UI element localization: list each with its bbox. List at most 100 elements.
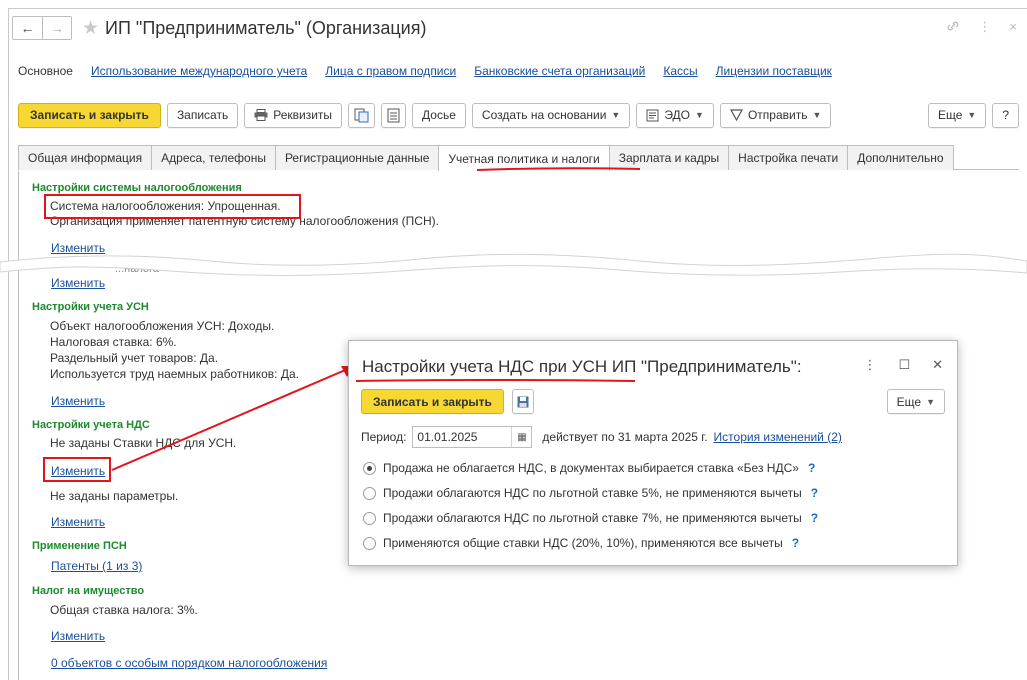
dialog-more-button[interactable]: Еще ▼ bbox=[886, 389, 945, 414]
save-icon bbox=[517, 396, 529, 407]
chevron-down-icon: ▼ bbox=[611, 110, 621, 120]
title-bar: ← → ★ ИП "Предприниматель" (Организация)… bbox=[12, 14, 1027, 42]
property-rate: Общая ставка налога: 3%. bbox=[50, 603, 198, 617]
window-tools: ⋮ × bbox=[946, 19, 1017, 35]
vat-option-label: Применяются общие ставки НДС (20%, 10%),… bbox=[383, 536, 783, 550]
more-menu-icon[interactable]: ⋮ bbox=[978, 19, 991, 35]
vat-option-label: Продажа не облагается НДС, в документах … bbox=[383, 461, 799, 475]
vat-option-0[interactable]: Продажа не облагается НДС, в документах … bbox=[363, 461, 815, 475]
section-link-licenses[interactable]: Лицензии поставщик bbox=[716, 64, 832, 78]
dialog-tools: ⋮ ☐ ✕ bbox=[863, 357, 943, 373]
nav-buttons: ← → bbox=[12, 16, 72, 40]
help-icon[interactable]: ? bbox=[808, 461, 815, 475]
section-main[interactable]: Основное bbox=[18, 64, 73, 78]
create-based-label: Создать на основании bbox=[481, 108, 607, 122]
list-doc-button[interactable] bbox=[381, 102, 407, 128]
tab-print-settings[interactable]: Настройка печати bbox=[728, 145, 849, 170]
usn-object: Объект налогообложения УСН: Доходы. bbox=[50, 319, 275, 333]
period-row: Период: 01.01.2025 ▦ действует по 31 мар… bbox=[361, 426, 842, 448]
vat-params: Не заданы параметры. bbox=[50, 489, 179, 503]
dialog-save-close-button[interactable]: Записать и закрыть bbox=[361, 389, 504, 414]
vat-option-label: Продажи облагаются НДС по льготной ставк… bbox=[383, 486, 802, 500]
send-icon bbox=[729, 109, 743, 121]
chevron-down-icon: ▼ bbox=[695, 110, 704, 120]
history-link[interactable]: История изменений (2) bbox=[714, 430, 842, 444]
property-header: Налог на имущество bbox=[32, 585, 145, 597]
link-icon[interactable] bbox=[946, 19, 960, 33]
edo-label: ЭДО bbox=[664, 108, 691, 122]
dialog-more-label: Еще bbox=[896, 394, 922, 409]
back-arrow-icon[interactable]: ← bbox=[13, 17, 42, 39]
requisites-button[interactable]: Реквизиты bbox=[244, 102, 343, 128]
dialog-title-underline bbox=[355, 379, 636, 382]
psn-header: Применение ПСН bbox=[32, 540, 127, 552]
main-toolbar: Записать и закрыть Записать Реквизиты До… bbox=[18, 102, 1019, 128]
annotation-arrow bbox=[111, 366, 355, 471]
chevron-down-icon: ▼ bbox=[812, 110, 822, 120]
more-button[interactable]: Еще ▼ bbox=[927, 102, 987, 128]
help-button[interactable]: ? bbox=[992, 102, 1019, 128]
tab-registration[interactable]: Регистрационные данные bbox=[274, 145, 440, 170]
more-menu-icon[interactable]: ⋮ bbox=[863, 357, 876, 373]
radio-icon[interactable] bbox=[363, 536, 376, 550]
section-link-cash[interactable]: Кассы bbox=[663, 64, 697, 78]
calendar-icon[interactable]: ▦ bbox=[511, 427, 531, 447]
change-vat-params-link[interactable]: Изменить bbox=[51, 515, 105, 529]
vat-option-2[interactable]: Продажи облагаются НДС по льготной ставк… bbox=[363, 511, 818, 525]
help-icon[interactable]: ? bbox=[811, 486, 818, 500]
edo-button[interactable]: ЭДО ▼ bbox=[636, 102, 714, 128]
usn-rate: Налоговая ставка: 6%. bbox=[50, 335, 177, 349]
change-property-link[interactable]: Изменить bbox=[51, 629, 105, 643]
dossier-button[interactable]: Досье bbox=[412, 102, 466, 128]
copy-doc-icon bbox=[354, 108, 369, 122]
period-date-input[interactable]: 01.01.2025 ▦ bbox=[412, 426, 533, 448]
dialog-title: Настройки учета НДС при УСН ИП "Предприн… bbox=[362, 357, 802, 376]
edo-icon bbox=[646, 109, 659, 121]
special-objects-link[interactable]: 0 объектов с особым порядком налогооблож… bbox=[51, 656, 327, 670]
save-and-close-button[interactable]: Записать и закрыть bbox=[18, 102, 161, 128]
save-button[interactable]: Записать bbox=[166, 102, 239, 128]
send-label: Отправить bbox=[747, 108, 808, 122]
radio-icon[interactable] bbox=[363, 511, 376, 525]
close-icon[interactable]: ✕ bbox=[932, 357, 943, 373]
toolbar-right: Еще ▼ ? bbox=[927, 102, 1019, 128]
help-icon[interactable]: ? bbox=[811, 511, 818, 525]
section-link-bank-accounts[interactable]: Банковские счета организаций bbox=[474, 64, 645, 78]
usn-header: Настройки учета УСН bbox=[32, 301, 149, 313]
maximize-icon[interactable]: ☐ bbox=[898, 357, 910, 373]
favorite-star-icon[interactable]: ★ bbox=[82, 19, 99, 38]
help-icon[interactable]: ? bbox=[792, 536, 799, 550]
chevron-down-icon: ▼ bbox=[926, 396, 935, 407]
tax-system-header: Настройки системы налогообложения bbox=[32, 182, 242, 194]
tab-addresses[interactable]: Адреса, телефоны bbox=[151, 145, 276, 170]
send-button[interactable]: Отправить ▼ bbox=[719, 102, 832, 128]
forward-arrow-icon[interactable]: → bbox=[42, 17, 71, 39]
dialog-save-button[interactable] bbox=[511, 389, 534, 414]
radio-icon[interactable] bbox=[363, 486, 376, 500]
tab-additional[interactable]: Дополнительно bbox=[847, 145, 954, 170]
requisites-label: Реквизиты bbox=[273, 108, 333, 122]
chevron-down-icon: ▼ bbox=[967, 110, 977, 120]
copy-doc-button[interactable] bbox=[348, 102, 376, 128]
valid-until-text: действует по 31 марта 2025 г. bbox=[542, 430, 708, 444]
tab-general[interactable]: Общая информация bbox=[18, 145, 153, 170]
create-based-button[interactable]: Создать на основании ▼ bbox=[471, 102, 631, 128]
period-label: Период: bbox=[361, 430, 407, 444]
tax-system-highlight-box bbox=[44, 194, 301, 219]
section-links: Основное Использование международного уч… bbox=[18, 64, 832, 78]
dialog-toolbar: Записать и закрыть Еще ▼ bbox=[361, 389, 945, 414]
vat-settings-dialog: Настройки учета НДС при УСН ИП "Предприн… bbox=[348, 340, 958, 566]
printer-icon bbox=[254, 109, 268, 121]
period-date-value: 01.01.2025 bbox=[417, 430, 478, 444]
vat-option-label: Продажи облагаются НДС по льготной ставк… bbox=[383, 511, 802, 525]
vat-option-3[interactable]: Применяются общие ставки НДС (20%, 10%),… bbox=[363, 536, 799, 550]
patents-link[interactable]: Патенты (1 из 3) bbox=[51, 559, 142, 573]
close-icon[interactable]: × bbox=[1009, 19, 1017, 35]
change-usn-link[interactable]: Изменить bbox=[51, 394, 105, 408]
radio-selected-icon[interactable] bbox=[363, 461, 376, 475]
section-link-intl[interactable]: Использование международного учета bbox=[91, 64, 307, 78]
torn-edge-divider bbox=[0, 253, 1027, 276]
window-title: ИП "Предприниматель" (Организация) bbox=[105, 17, 427, 38]
section-link-signers[interactable]: Лица с правом подписи bbox=[325, 64, 456, 78]
vat-option-1[interactable]: Продажи облагаются НДС по льготной ставк… bbox=[363, 486, 818, 500]
